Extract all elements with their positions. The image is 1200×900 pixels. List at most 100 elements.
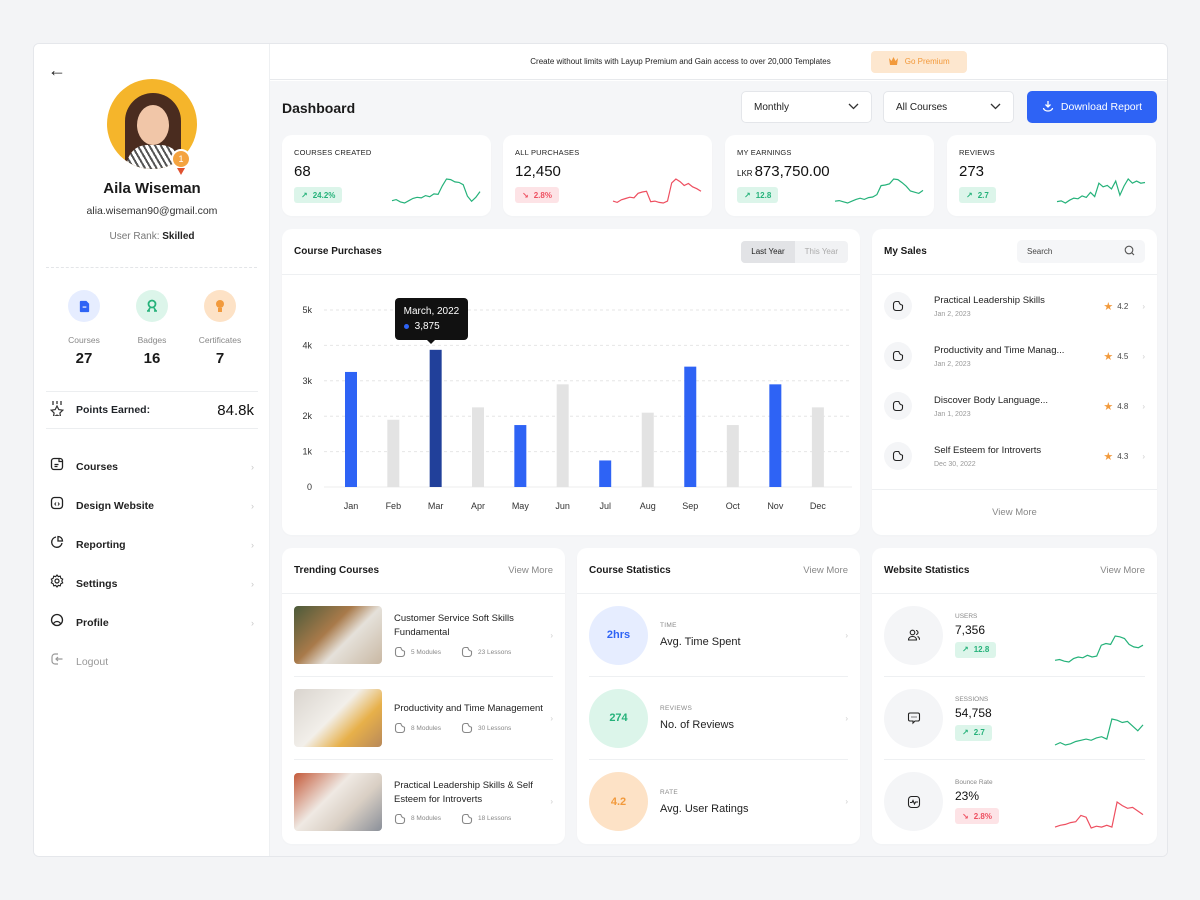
kpi-value: 12,450 [515, 163, 561, 180]
period-select[interactable]: Monthly [741, 91, 872, 123]
course-stat-item[interactable]: 4.2 RATE Avg. User Ratings › [589, 760, 848, 843]
kpi-card-all-purchases: ALL PURCHASES 12,450 ↘ 2.8% [503, 135, 712, 216]
sparkline-path [612, 178, 702, 204]
course-item[interactable]: Practical Leadership Skills & Self Estee… [294, 760, 553, 843]
profile-icon [50, 613, 64, 632]
user-rank: User Rank: Skilled [109, 231, 195, 242]
website-stats-view-more-link[interactable]: View More [1100, 565, 1145, 576]
tab-last-year[interactable]: Last Year [741, 240, 795, 263]
sale-item[interactable]: Discover Body Language... Jan 1, 2023 ★ … [872, 381, 1157, 431]
course-thumbnail [294, 689, 382, 747]
x-tick-label: Mar [428, 501, 444, 511]
stat-value-circle: 4.2 [589, 772, 648, 831]
sidebar-item-courses[interactable]: Courses › [46, 447, 258, 486]
main-content: Dashboard Monthly All Courses Download R… [270, 81, 1167, 856]
crown-icon [888, 56, 899, 68]
sale-item[interactable]: Productivity and Time Manag... Jan 2, 20… [872, 331, 1157, 381]
sales-search-input[interactable]: Search [1017, 240, 1145, 263]
chevron-right-icon: › [1142, 301, 1145, 311]
sparkline-path [391, 178, 481, 204]
my-sales-card: My Sales Search Practical Leadership Ski… [872, 229, 1157, 535]
bar-may [514, 425, 527, 487]
y-tick-label: 3k [302, 376, 312, 386]
course-thumbnail [294, 606, 382, 664]
gear-icon [50, 574, 64, 593]
tab-this-year[interactable]: This Year [795, 241, 848, 263]
lessons-icon [461, 813, 473, 825]
trending-view-more-link[interactable]: View More [508, 565, 553, 576]
document-icon [884, 342, 912, 370]
star-icon: ★ [1103, 300, 1114, 313]
bar-nov [769, 384, 782, 487]
trend-up-icon: ↗ [962, 645, 969, 654]
chevron-right-icon: › [550, 713, 553, 723]
course-thumbnail [294, 772, 382, 831]
trend-up-icon: ↗ [962, 728, 969, 737]
chevron-down-icon [990, 102, 1001, 113]
course-item[interactable]: Customer Service Soft Skills Fundamental… [294, 594, 553, 677]
sale-item[interactable]: Self Esteem for Introverts Dec 30, 2022 … [872, 431, 1157, 481]
trend-badge: ↗ 2.7 [959, 187, 996, 203]
x-tick-label: Sep [682, 501, 698, 511]
bar-aug [641, 412, 654, 487]
sales-view-more-link[interactable]: View More [992, 507, 1037, 518]
user-name: Aila Wiseman [103, 180, 201, 197]
modules-icon [394, 722, 406, 734]
series-dot-icon [403, 323, 409, 329]
back-arrow-icon[interactable]: ← [48, 60, 66, 81]
bar-jun [556, 384, 569, 487]
course-stat-item[interactable]: 2hrs TIME Avg. Time Spent › [589, 594, 848, 677]
rating: ★ 4.2 [1103, 300, 1129, 313]
sale-item[interactable]: Practical Leadership Skills Jan 2, 2023 … [872, 281, 1157, 331]
kpi-card-courses-created: COURSES CREATED 68 ↗ 24.2% [282, 135, 491, 216]
go-premium-button[interactable]: Go Premium [870, 50, 967, 73]
star-icon: ★ [1103, 400, 1114, 413]
stat-certificates: Certificates 7 [190, 290, 250, 367]
download-report-button[interactable]: Download Report [1027, 91, 1157, 123]
star-icon: ★ [1103, 350, 1114, 363]
x-tick-label: Oct [726, 501, 741, 511]
sparkline-path [1054, 635, 1144, 663]
sidebar-item-reporting[interactable]: Reporting › [46, 525, 258, 564]
sidebar-item-profile[interactable]: Profile › [46, 603, 258, 642]
sidebar-item-logout[interactable]: Logout [46, 642, 258, 681]
chevron-right-icon: › [251, 578, 254, 589]
sidebar-item-settings[interactable]: Settings › [46, 564, 258, 603]
sparkline [1054, 800, 1144, 829]
course-stat-item[interactable]: 274 REVIEWS No. of Reviews › [589, 677, 848, 760]
course-item[interactable]: Productivity and Time Management 8 Modul… [294, 677, 553, 760]
sidebar: ← 1 Aila Wiseman alia.wiseman90@gmail.co… [34, 44, 270, 856]
trend-down-icon: ↘ [962, 811, 969, 821]
chevron-down-icon [848, 102, 859, 113]
chevron-right-icon: › [1142, 351, 1145, 361]
course-purchases-card: Course Purchases Last Year This Year 0 1k… [282, 229, 860, 535]
pie-chart-icon [50, 535, 64, 554]
stat-courses: Courses 27 [54, 290, 114, 367]
chevron-right-icon: › [845, 713, 848, 723]
bar-jan [345, 371, 357, 487]
course-stats-view-more-link[interactable]: View More [803, 565, 848, 576]
bar-mar [429, 349, 442, 487]
bar-sep [684, 366, 697, 487]
chevron-right-icon: › [550, 797, 553, 806]
kpi-value: 273 [959, 163, 985, 180]
x-tick-label: Aug [640, 501, 656, 511]
trending-list: Customer Service Soft Skills Fundamental… [282, 594, 565, 843]
modules-icon [394, 813, 406, 825]
sidebar-item-design-website[interactable]: Design Website › [46, 486, 258, 525]
chevron-right-icon: › [251, 539, 254, 550]
sales-list: Practical Leadership Skills Jan 2, 2023 … [872, 275, 1157, 481]
x-tick-label: Jan [344, 501, 359, 511]
chevron-right-icon: › [550, 630, 553, 640]
sparkline [1054, 635, 1144, 663]
sparkline [1054, 718, 1144, 746]
course-select[interactable]: All Courses [883, 91, 1014, 123]
chevron-right-icon: › [251, 617, 254, 628]
lessons-icon [461, 722, 473, 734]
trend-down-icon: ↘ [522, 190, 529, 200]
x-tick-label: Feb [386, 501, 402, 511]
trend-badge: ↗ 12.8 [737, 187, 779, 203]
avatar: 1 [107, 79, 197, 175]
badge-icon [136, 290, 168, 322]
card-title: My Sales [884, 246, 927, 257]
